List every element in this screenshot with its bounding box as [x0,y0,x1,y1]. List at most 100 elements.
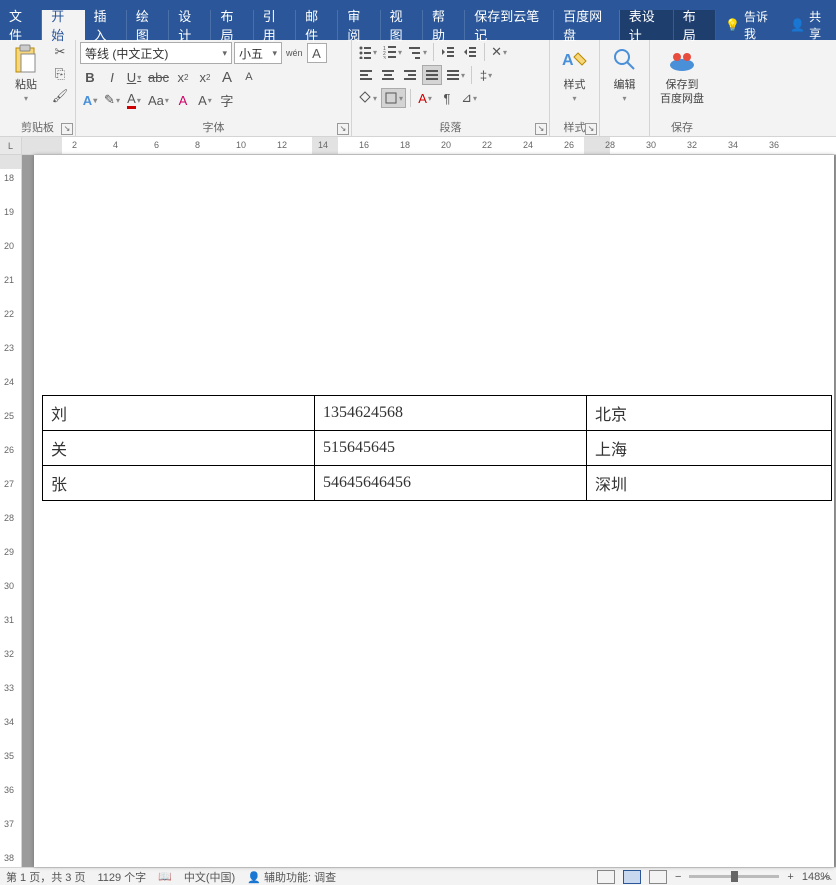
language-status[interactable]: 中文(中国) [184,869,235,885]
chevron-down-icon[interactable]: ▾ [222,48,227,59]
italic-button[interactable]: I [102,67,122,87]
table-cell[interactable]: 张 [43,466,315,501]
table-row[interactable]: 关515645645上海 [43,431,832,466]
tab-baidu[interactable]: 百度网盘 [554,10,620,40]
document-page[interactable]: 刘1354624568北京关515645645上海张54645646456深圳 [34,155,834,867]
show-marks-button[interactable]: ¶ [437,88,457,108]
tab-help[interactable]: 帮助 [423,10,465,40]
tab-view[interactable]: 视图 [381,10,423,40]
title-bar [0,0,836,10]
table-row[interactable]: 刘1354624568北京 [43,396,832,431]
circled-char-button[interactable]: A [195,90,215,110]
clear-formatting-button[interactable]: A [173,90,193,110]
line-spacing-button[interactable]: ‡ [476,65,496,85]
increase-indent-button[interactable] [460,42,480,62]
phonetic-guide-button[interactable]: wén [284,43,305,63]
horizontal-ruler[interactable]: 24681012141618202224262830323436 [22,137,836,154]
table-cell[interactable]: 54645646456 [315,466,587,501]
shading-button[interactable] [356,88,379,108]
tab-table-design[interactable]: 表设计 [620,10,674,40]
ruler-tick: 26 [564,140,574,150]
tab-references[interactable]: 引用 [254,10,296,40]
tab-file[interactable]: 文件 [0,10,42,40]
accessibility-status[interactable]: 👤 辅助功能: 调查 [247,869,336,885]
char-border-button[interactable]: A [307,43,327,63]
bullets-button[interactable] [356,42,379,62]
word-count[interactable]: 1129 个字 [97,869,146,885]
save-baidu-button[interactable]: 保存到 百度网盘 [654,42,710,108]
tab-home[interactable]: 开始 [42,10,84,40]
ruler-tick: 36 [4,785,14,795]
edit-button[interactable]: 编辑 ▾ [604,42,645,108]
document-table[interactable]: 刘1354624568北京关515645645上海张54645646456深圳 [42,395,832,501]
spellcheck-icon[interactable]: 📖 [158,870,172,883]
zoom-in-button[interactable]: + [787,871,793,883]
multilevel-list-button[interactable] [406,42,429,62]
decrease-indent-button[interactable] [438,42,458,62]
underline-button[interactable]: U [124,67,144,87]
superscript-button[interactable]: x2 [195,67,215,87]
font-name-combo[interactable]: 等线 (中文正文)▾ [80,42,232,64]
tab-review[interactable]: 审阅 [338,10,380,40]
styles-button[interactable]: A 样式 ▾ [554,42,595,108]
tab-cloud[interactable]: 保存到云笔记 [465,10,554,40]
shrink-font-button[interactable]: A [239,67,259,87]
tab-design[interactable]: 设计 [169,10,211,40]
text-effects-button[interactable]: A [80,90,100,110]
change-case-button[interactable]: Aa [146,90,171,110]
cut-button[interactable]: ✂ [50,42,70,62]
align-center-button[interactable] [378,65,398,85]
zoom-out-button[interactable]: − [675,871,681,883]
format-painter-button[interactable]: 🖌 [50,86,70,106]
sort-button[interactable]: A [415,88,435,108]
web-layout-button[interactable] [649,870,667,884]
font-dialog-launcher[interactable]: ↘ [337,123,349,135]
copy-button[interactable]: ⎘ [50,64,70,84]
styles-dialog-launcher[interactable]: ↘ [585,123,597,135]
align-distributed-button[interactable] [444,65,467,85]
zoom-slider[interactable] [689,875,779,878]
ruler-corner[interactable]: L [0,137,22,154]
separator [471,66,472,84]
paste-button[interactable]: 粘贴 ▾ [4,42,48,108]
subscript-button[interactable]: x2 [173,67,193,87]
font-size-combo[interactable]: 小五▾ [234,42,282,64]
tab-table-layout[interactable]: 布局 [674,10,716,40]
tab-layout[interactable]: 布局 [211,10,253,40]
text-direction-button[interactable]: ✕ [489,42,509,62]
share-button[interactable]: 👤共享 [781,10,836,40]
table-cell[interactable]: 北京 [587,396,832,431]
table-cell[interactable]: 关 [43,431,315,466]
highlight-button[interactable]: ✎ [102,90,122,110]
tab-draw[interactable]: 绘图 [127,10,169,40]
borders-button[interactable] [381,88,406,108]
print-layout-button[interactable] [623,870,641,884]
strikethrough-button[interactable]: abc [146,67,171,87]
chevron-down-icon[interactable]: ▾ [272,48,277,59]
table-cell[interactable]: 上海 [587,431,832,466]
table-cell[interactable]: 515645645 [315,431,587,466]
vertical-ruler[interactable]: 1819202122232425262728293031323334353637… [0,155,22,867]
font-color-button[interactable]: A [124,90,144,110]
collapse-ribbon-button[interactable]: ︿ [820,866,832,883]
table-cell[interactable]: 深圳 [587,466,832,501]
table-cell[interactable]: 1354624568 [315,396,587,431]
para-dialog-launcher[interactable]: ↘ [535,123,547,135]
tab-insert[interactable]: 插入 [85,10,127,40]
tell-me[interactable]: 💡告诉我 [716,10,781,40]
grow-font-button[interactable]: A [217,67,237,87]
table-row[interactable]: 张54645646456深圳 [43,466,832,501]
page-count[interactable]: 第 1 页，共 3 页 [6,869,85,885]
numbering-button[interactable]: 123 [381,42,404,62]
char-shading-button[interactable]: 字 [217,90,237,110]
align-justify-button[interactable] [422,65,442,85]
clipboard-dialog-launcher[interactable]: ↘ [61,123,73,135]
table-cell[interactable]: 刘 [43,396,315,431]
read-mode-button[interactable] [597,870,615,884]
align-right-button[interactable] [400,65,420,85]
tab-mail[interactable]: 邮件 [296,10,338,40]
snap-to-grid-button[interactable]: ⊿ [459,88,479,108]
align-left-button[interactable] [356,65,376,85]
bold-button[interactable]: B [80,67,100,87]
zoom-thumb[interactable] [731,871,738,882]
